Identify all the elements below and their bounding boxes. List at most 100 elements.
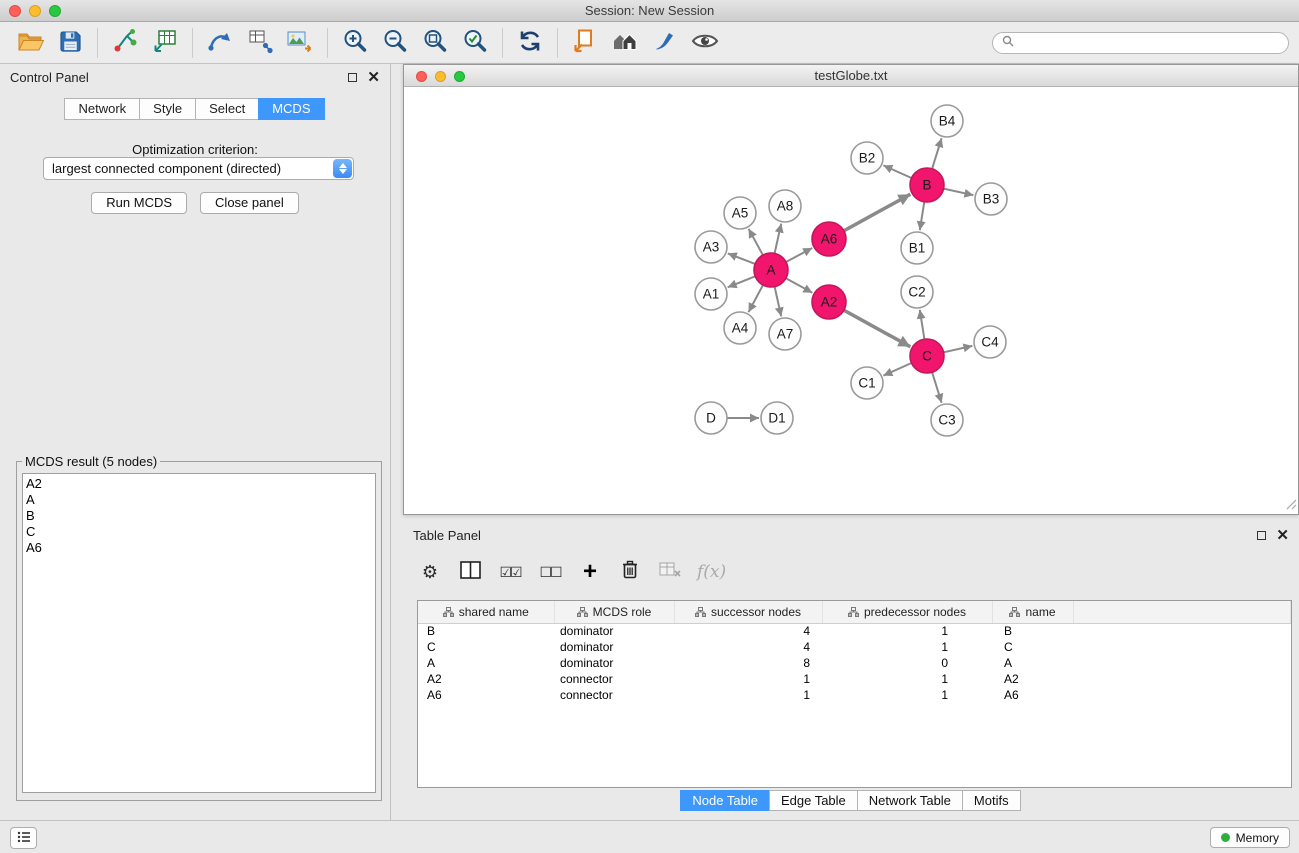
graph-node-A7[interactable]: A7 [769,318,801,350]
tab-mcds[interactable]: MCDS [258,98,324,120]
float-panel-icon[interactable] [348,73,357,82]
network-maximize-button[interactable] [454,71,465,82]
result-item-b[interactable]: B [26,508,375,524]
cell[interactable]: A2 [992,671,1073,687]
graph-edge-A6-B[interactable] [844,194,911,231]
graph-edge-B-B3[interactable] [944,189,974,196]
result-item-c[interactable]: C [26,524,375,540]
close-window-button[interactable] [9,5,21,17]
float-table-panel-icon[interactable] [1257,531,1266,540]
cell[interactable]: B [418,623,554,639]
cell[interactable]: 0 [822,655,992,671]
graph-node-B[interactable]: B [910,168,944,202]
network-minimize-button[interactable] [435,71,446,82]
graph-edge-C-C4[interactable] [944,346,973,352]
cell[interactable]: connector [554,671,674,687]
graph-edge-A-A7[interactable] [775,287,782,317]
cell[interactable]: 1 [822,623,992,639]
column-header-shared-name[interactable]: shared name [418,601,554,623]
result-item-a[interactable]: A [26,492,375,508]
network-canvas[interactable]: B4B2BB3A8A5A6A3B1AC2A1A2A4A7C4CC1DD1C3 [404,87,1298,514]
graph-node-B1[interactable]: B1 [901,232,933,264]
select-all-columns-button[interactable]: ☑☑ [497,558,523,586]
tab-network[interactable]: Network [64,98,140,120]
mcds-result-list[interactable]: A2ABCA6 [22,473,376,793]
maximize-window-button[interactable] [49,5,61,17]
graph-edge-A-A1[interactable] [728,276,756,287]
cell[interactable]: dominator [554,655,674,671]
graph-node-A4[interactable]: A4 [724,312,756,344]
graph-edge-A-A2[interactable] [786,278,813,293]
tab-edge-table[interactable]: Edge Table [769,790,858,811]
network-close-button[interactable] [416,71,427,82]
cell[interactable]: A6 [418,687,554,703]
clear-all-columns-button[interactable]: ☐☐ [537,558,563,586]
graph-node-A8[interactable]: A8 [769,190,801,222]
graph-node-C[interactable]: C [910,339,944,373]
export-table-button[interactable] [240,25,280,61]
graph-node-C2[interactable]: C2 [901,276,933,308]
cell[interactable]: 4 [674,639,822,655]
cell[interactable]: 4 [674,623,822,639]
column-header-name[interactable]: name [992,601,1073,623]
cell[interactable]: 1 [822,671,992,687]
zoom-selected-button[interactable] [455,25,495,61]
graph-node-A2[interactable]: A2 [812,285,846,319]
graph-node-A[interactable]: A [754,253,788,287]
run-mcds-button[interactable]: Run MCDS [91,192,187,214]
export-image-button[interactable] [280,25,320,61]
close-table-panel-icon[interactable]: ✕ [1276,531,1289,540]
apply-layout-button[interactable] [510,25,550,61]
graph-edge-B-B4[interactable] [932,138,942,169]
graph-node-A3[interactable]: A3 [695,231,727,263]
graph-node-B2[interactable]: B2 [851,142,883,174]
table-row-a2[interactable]: A2connector11A2 [418,671,1291,687]
tab-network-table[interactable]: Network Table [857,790,963,811]
graphics-details-button[interactable] [685,25,725,61]
graph-node-C1[interactable]: C1 [851,367,883,399]
home-button[interactable] [605,25,645,61]
zoom-fit-button[interactable] [415,25,455,61]
import-network-button[interactable] [105,25,145,61]
export-network-button[interactable] [200,25,240,61]
cell[interactable]: dominator [554,639,674,655]
cell[interactable]: C [992,639,1073,655]
graph-node-D[interactable]: D [695,402,727,434]
open-session-button[interactable] [10,25,50,61]
memory-button[interactable]: Memory [1210,827,1290,848]
cell[interactable]: dominator [554,623,674,639]
table-row-c[interactable]: Cdominator41C [418,639,1291,655]
cell[interactable]: connector [554,687,674,703]
cell[interactable]: A2 [418,671,554,687]
resize-grip-icon[interactable] [1286,498,1297,513]
graph-edge-A-A3[interactable] [728,253,755,264]
table-settings-button[interactable]: ⚙ [417,558,443,586]
cell[interactable]: A [992,655,1073,671]
cell[interactable]: B [992,623,1073,639]
network-graph-svg[interactable]: B4B2BB3A8A5A6A3B1AC2A1A2A4A7C4CC1DD1C3 [404,87,1298,514]
graph-edge-C-C3[interactable] [932,372,942,403]
cell[interactable]: 1 [822,687,992,703]
graph-edge-A-A8[interactable] [775,224,782,254]
column-header-successor-nodes[interactable]: successor nodes [674,601,822,623]
graph-node-C4[interactable]: C4 [974,326,1006,358]
tab-motifs[interactable]: Motifs [962,790,1021,811]
show-columns-button[interactable] [457,558,483,586]
column-header-mcds-role[interactable]: MCDS role [554,601,674,623]
graph-node-B3[interactable]: B3 [975,183,1007,215]
close-panel-button[interactable]: Close panel [200,192,299,214]
minimize-window-button[interactable] [29,5,41,17]
task-history-button[interactable] [10,827,37,849]
clear-table-button[interactable] [657,558,683,586]
zoom-in-button[interactable] [335,25,375,61]
cell[interactable]: 8 [674,655,822,671]
result-item-a2[interactable]: A2 [26,476,375,492]
cell[interactable]: 1 [822,639,992,655]
cell[interactable]: C [418,639,554,655]
save-session-button[interactable] [50,25,90,61]
graph-edge-C-C2[interactable] [920,310,925,339]
validate-button[interactable] [645,25,685,61]
graph-edge-A-A4[interactable] [749,285,764,312]
result-item-a6[interactable]: A6 [26,540,375,556]
graph-node-A1[interactable]: A1 [695,278,727,310]
